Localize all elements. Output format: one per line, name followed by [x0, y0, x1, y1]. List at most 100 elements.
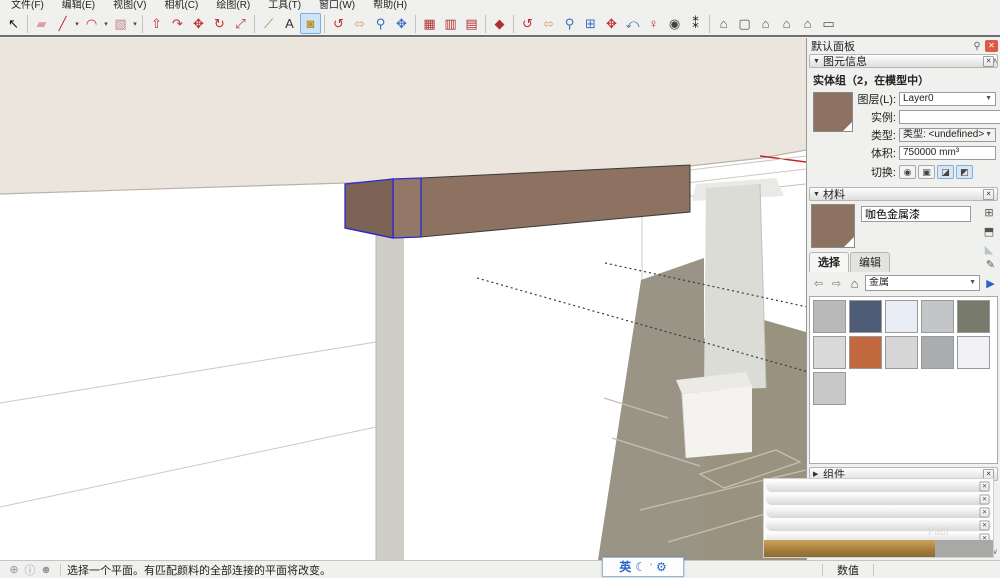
pin-icon[interactable]: ⚲	[971, 41, 983, 52]
menu-window[interactable]: 窗口(W)	[312, 0, 362, 11]
rectangle-tool-dropdown-arrow[interactable]: ▾	[131, 13, 139, 34]
menu-edit[interactable]: 编辑(E)	[55, 0, 102, 11]
text-tool-button[interactable]: A	[279, 13, 300, 34]
view-left-button[interactable]: ⌂	[797, 13, 818, 34]
view-right-button[interactable]: ▭	[818, 13, 839, 34]
section-plane-tool-button[interactable]: ▦	[419, 13, 440, 34]
material-swatch-white-corrugated[interactable]	[885, 300, 918, 333]
view-back-button[interactable]: ⌂	[776, 13, 797, 34]
line-tool-dropdown-arrow[interactable]: ▾	[73, 13, 81, 34]
menu-tools[interactable]: 工具(T)	[261, 0, 308, 11]
material-preview-swatch[interactable]	[811, 204, 855, 248]
push-pull-tool-button[interactable]: ⇧	[146, 13, 167, 34]
material-swatch-blue-metal-grid[interactable]	[849, 300, 882, 333]
look-around-tool-button[interactable]: ◉	[664, 13, 685, 34]
materials-close-button[interactable]: ✕	[983, 189, 994, 200]
claim-credit-icon[interactable]: ☻	[38, 564, 54, 576]
follow-me-tool-button[interactable]: ↷	[167, 13, 188, 34]
collapsed-panel-bar[interactable]: ✕	[766, 519, 991, 531]
geolocation-icon[interactable]: ⊕	[6, 563, 22, 576]
back-arrow-icon[interactable]: ⇦	[811, 276, 826, 291]
tab-edit[interactable]: 编辑	[850, 252, 890, 272]
type-select[interactable]: 类型: <undefined> ▼	[899, 128, 996, 142]
tab-select[interactable]: 选择	[809, 252, 849, 272]
pencil-icon[interactable]: ✎	[983, 257, 998, 272]
close-icon[interactable]: ✕	[980, 481, 990, 491]
tray-close-button[interactable]: ✕	[985, 40, 998, 52]
rotate-tool-button[interactable]: ↻	[209, 13, 230, 34]
material-swatch-gunmetal[interactable]	[957, 300, 990, 333]
material-swatch-sheet-metal-gray[interactable]	[921, 300, 954, 333]
tray-title-bar[interactable]: 默认面板 ⚲ ✕	[807, 38, 1000, 53]
menu-help[interactable]: 帮助(H)	[366, 0, 414, 11]
gear-icon[interactable]: ⚙	[656, 558, 667, 576]
select-tool-button[interactable]: ↖	[3, 13, 24, 34]
arc-tool-dropdown-arrow[interactable]: ▾	[102, 13, 110, 34]
camera-zoom-extents-tool-button[interactable]: ✥	[601, 13, 622, 34]
material-swatch-diamond-plate[interactable]	[885, 336, 918, 369]
material-swatch-galvanized[interactable]	[921, 336, 954, 369]
walk-tool-button[interactable]: ⁑	[685, 13, 706, 34]
menu-draw[interactable]: 绘图(R)	[209, 0, 257, 11]
pedestal-front[interactable]	[682, 386, 752, 458]
rectangle-tool-button[interactable]: ▧	[110, 13, 131, 34]
forward-arrow-icon[interactable]: ⇨	[829, 276, 844, 291]
sample-paint-button[interactable]: ⬒	[981, 224, 997, 239]
material-swatch-aluminum[interactable]	[813, 300, 846, 333]
menu-view[interactable]: 视图(V)	[106, 0, 153, 11]
material-swatch-polished-white[interactable]	[957, 336, 990, 369]
hidden-toggle[interactable]: ◉	[899, 165, 916, 179]
pan-tool-button[interactable]: ⬄	[349, 13, 370, 34]
eraser-tool-button[interactable]: ▰	[31, 13, 52, 34]
receive-shadows-toggle[interactable]: ◪	[937, 165, 954, 179]
position-camera-tool-button[interactable]: ♀	[643, 13, 664, 34]
details-arrow-icon[interactable]: ▶	[983, 276, 998, 291]
close-icon[interactable]: ✕	[980, 494, 990, 504]
close-icon[interactable]: ✕	[980, 507, 990, 517]
cast-shadows-toggle[interactable]: ◩	[956, 165, 973, 179]
camera-orbit-tool-button[interactable]: ↺	[517, 13, 538, 34]
view-front-button[interactable]: ⌂	[755, 13, 776, 34]
arc-tool-button[interactable]: ◠	[81, 13, 102, 34]
layer-select[interactable]: Layer0 ▼	[899, 92, 996, 106]
shadows-toggle[interactable]: ◆	[489, 13, 510, 34]
collapsed-panel-bar[interactable]: ✕	[766, 480, 991, 492]
zoom-previous-tool-button[interactable]: ⤺	[622, 13, 643, 34]
menu-camera[interactable]: 相机(C)	[157, 0, 205, 11]
tape-measure-tool-button[interactable]: ⟋	[258, 13, 279, 34]
material-category-select[interactable]: 金属 ▼	[865, 275, 980, 291]
collapsed-panel-bar[interactable]: ✕	[766, 493, 991, 505]
punctuation-icon[interactable]: ’	[650, 558, 652, 576]
zoom-extents-tool-button[interactable]: ✥	[391, 13, 412, 34]
entity-info-header[interactable]: ▼ 图元信息 ✕	[809, 54, 998, 68]
close-icon[interactable]: ✕	[980, 520, 990, 530]
materials-header[interactable]: ▼ 材料 ✕	[809, 187, 998, 201]
create-material-button[interactable]: ⊞	[981, 205, 997, 220]
move-tool-button[interactable]: ✥	[188, 13, 209, 34]
instance-input[interactable]	[899, 110, 1000, 124]
entity-material-swatch[interactable]	[813, 92, 853, 132]
view-top-button[interactable]: ▢	[734, 13, 755, 34]
zoom-window-tool-button[interactable]: ⊞	[580, 13, 601, 34]
table-leg[interactable]	[376, 232, 404, 560]
menu-file[interactable]: 文件(F)	[4, 0, 51, 11]
help-icon[interactable]: ⓘ	[22, 562, 38, 578]
orbit-tool-button[interactable]: ↺	[328, 13, 349, 34]
display-section-cuts-toggle[interactable]: ▤	[461, 13, 482, 34]
view-iso-button[interactable]: ⌂	[713, 13, 734, 34]
material-name-input[interactable]	[861, 206, 971, 222]
display-section-planes-toggle[interactable]: ▥	[440, 13, 461, 34]
material-swatch-brushed-steel[interactable]	[813, 336, 846, 369]
line-tool-button[interactable]: ╱	[52, 13, 73, 34]
panel-scroll-up-icon[interactable]: ∧	[992, 56, 998, 65]
paint-bucket-tool-button[interactable]: ◙	[300, 13, 321, 34]
collapsed-panel-bar[interactable]: ✕	[766, 506, 991, 518]
material-swatch-rusted-metal[interactable]	[849, 336, 882, 369]
camera-zoom-tool-button[interactable]: ⚲	[559, 13, 580, 34]
home-icon[interactable]: ⌂	[847, 276, 862, 291]
material-swatch-silver-metal[interactable]	[813, 372, 846, 405]
camera-pan-tool-button[interactable]: ⬄	[538, 13, 559, 34]
moon-icon[interactable]: ☾	[635, 558, 646, 576]
viewport[interactable]	[0, 38, 806, 560]
locked-toggle[interactable]: ▣	[918, 165, 935, 179]
